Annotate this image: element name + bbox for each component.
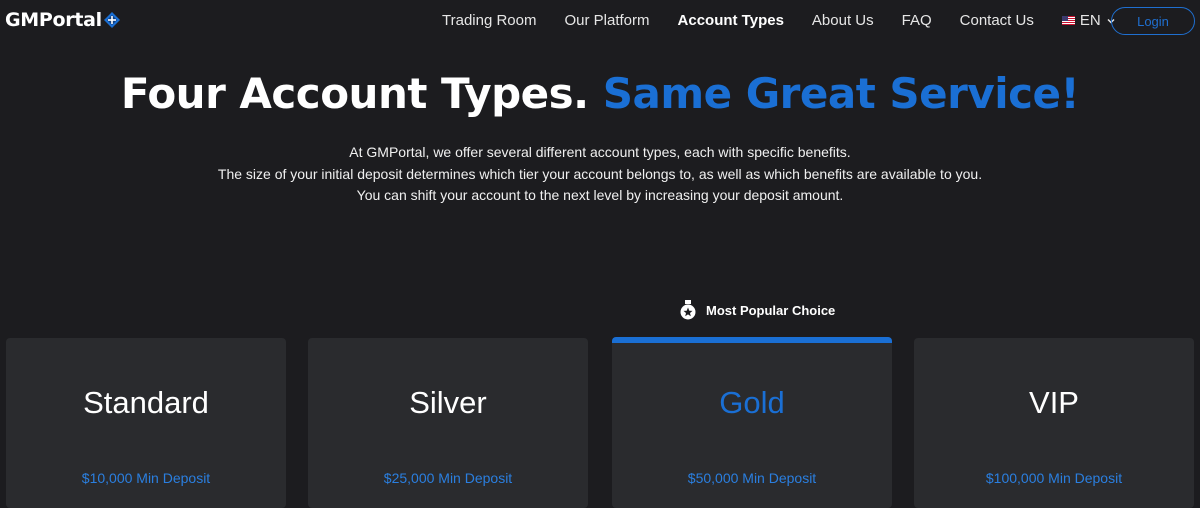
- account-name: VIP: [1029, 385, 1079, 420]
- language-selector[interactable]: EN: [1061, 12, 1116, 29]
- language-label: EN: [1079, 12, 1101, 29]
- logo[interactable]: GMPortal: [5, 9, 120, 31]
- login-button[interactable]: Login: [1111, 7, 1195, 35]
- account-card-silver[interactable]: Silver $25,000 Min Deposit: [308, 338, 588, 508]
- nav-account-types[interactable]: Account Types: [678, 12, 784, 29]
- account-card-gold[interactable]: Gold $50,000 Min Deposit: [612, 337, 892, 508]
- min-deposit: $10,000 Min Deposit: [81, 470, 211, 486]
- most-popular-label: Most Popular Choice: [706, 302, 836, 318]
- account-name: Silver: [409, 385, 487, 420]
- hero-description: At GMPortal, we offer several different …: [0, 142, 1200, 207]
- account-name: Standard: [83, 385, 209, 420]
- description-line: The size of your initial deposit determi…: [217, 165, 983, 182]
- description-line: At GMPortal, we offer several different …: [349, 144, 851, 160]
- account-card-standard[interactable]: Standard $10,000 Min Deposit: [6, 338, 286, 508]
- nav-trading-room[interactable]: Trading Room: [442, 12, 536, 29]
- min-deposit: $25,000 Min Deposit: [383, 470, 513, 486]
- nav-about-us[interactable]: About Us: [812, 12, 874, 29]
- nav-our-platform[interactable]: Our Platform: [564, 12, 649, 29]
- min-deposit: $50,000 Min Deposit: [687, 470, 817, 486]
- title-blue-part: Same Great Service!: [602, 69, 1080, 118]
- top-navigation: GMPortal Trading Room Our Platform Accou…: [0, 0, 1200, 44]
- title-white-part: Four Account Types.: [120, 69, 589, 118]
- most-popular-badge: Most Popular Choice: [679, 300, 835, 320]
- diamond-cross-icon: [103, 12, 120, 28]
- description-line: You can shift your account to the next l…: [356, 187, 844, 203]
- account-card-vip[interactable]: VIP $100,000 Min Deposit: [914, 338, 1194, 508]
- us-flag-icon: [1061, 16, 1075, 25]
- logo-text: GMPortal: [5, 9, 102, 31]
- nav-contact-us[interactable]: Contact Us: [960, 12, 1034, 29]
- page-title: Four Account Types. Same Great Service!: [0, 66, 1200, 122]
- medal-icon: [680, 300, 696, 320]
- nav-faq[interactable]: FAQ: [902, 12, 932, 29]
- min-deposit: $100,000 Min Deposit: [985, 470, 1123, 486]
- nav-links: Trading Room Our Platform Account Types …: [442, 12, 1116, 29]
- account-name: Gold: [719, 385, 785, 420]
